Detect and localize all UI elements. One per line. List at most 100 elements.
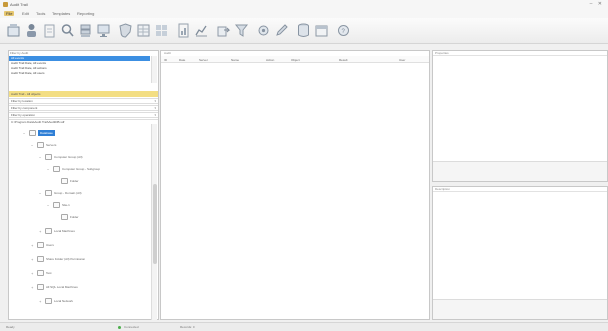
folder-icon <box>45 190 52 196</box>
list-scrollbar[interactable] <box>151 56 157 83</box>
server-icon[interactable] <box>78 22 93 39</box>
tree-node[interactable]: + Local Network <box>39 298 73 305</box>
selected-scope-bar[interactable]: Audit Trail - All objects <box>9 91 158 97</box>
settings-icon[interactable] <box>256 22 271 39</box>
calendar-icon[interactable] <box>314 22 329 39</box>
audit-grid[interactable] <box>161 63 429 319</box>
tree-node[interactable]: − Database <box>23 130 55 137</box>
tree-node-label[interactable]: Folder <box>70 215 79 219</box>
collapse-icon[interactable]: − <box>47 203 51 208</box>
table-icon[interactable] <box>136 22 151 39</box>
expand-icon[interactable]: + <box>31 257 35 262</box>
tree-scrollbar[interactable] <box>151 124 157 320</box>
tree-node-label[interactable]: Database <box>38 130 55 136</box>
tree-node[interactable]: − Servers <box>31 142 56 149</box>
search-icon[interactable] <box>60 22 75 39</box>
edit-icon[interactable] <box>274 22 289 39</box>
close-button[interactable]: ✕ <box>598 1 604 7</box>
list-item[interactable]: Audit Trail Date, All users <box>9 71 150 76</box>
filter-icon[interactable] <box>234 22 249 39</box>
network-icon <box>45 298 52 304</box>
minimize-button[interactable]: – <box>590 1 595 7</box>
monitor-icon[interactable] <box>96 22 111 39</box>
component-filter[interactable]: Filter by component ▾ <box>9 105 158 111</box>
scrollbar-thumb[interactable] <box>153 184 157 264</box>
collapse-icon[interactable]: − <box>23 131 27 136</box>
menu-file[interactable]: File <box>4 11 15 16</box>
collapse-icon[interactable]: − <box>39 191 43 196</box>
column-header[interactable]: Date <box>179 58 185 62</box>
tree-node-label[interactable]: Servers <box>46 143 56 147</box>
description-footer <box>433 299 607 319</box>
collapse-icon[interactable]: − <box>39 155 43 160</box>
menu-reporting[interactable]: Reporting <box>75 11 96 16</box>
tree-node[interactable]: + Users <box>31 242 54 249</box>
chevron-down-icon[interactable]: ▾ <box>154 106 156 111</box>
tree-node-label[interactable]: Users <box>46 243 54 247</box>
properties-header: Properties <box>433 51 607 56</box>
expand-icon[interactable]: + <box>31 243 35 248</box>
computer-icon <box>45 228 52 234</box>
tree-node-label[interactable]: Folder <box>70 179 79 183</box>
chart-icon[interactable] <box>194 22 209 39</box>
window-controls[interactable]: – ✕ <box>590 1 604 7</box>
tree-node[interactable]: + Share Folder (All) Permission <box>31 256 85 263</box>
grid-icon[interactable] <box>154 22 169 39</box>
folder-icon <box>61 178 68 184</box>
menu-tools[interactable]: Tools <box>34 11 47 16</box>
tree-node-label[interactable]: Computer Group (All) <box>54 155 83 159</box>
folder-icon[interactable] <box>6 22 21 39</box>
column-header[interactable]: ID <box>164 58 167 62</box>
tree-node[interactable]: Folder <box>59 214 79 221</box>
chevron-down-icon[interactable]: ▾ <box>154 99 156 104</box>
menu-templates[interactable]: Templates <box>50 11 72 16</box>
export-icon[interactable] <box>216 22 231 39</box>
title-bar: Audit Trail – ✕ <box>0 0 608 9</box>
chevron-down-icon[interactable]: ▾ <box>154 113 156 118</box>
tree-node-label[interactable]: Computer Group - Subgroup <box>62 167 100 171</box>
document-icon[interactable] <box>42 22 57 39</box>
connection-status: Connected <box>124 325 139 329</box>
column-header[interactable]: Result <box>339 58 348 62</box>
user-icon[interactable] <box>24 22 39 39</box>
operation-filter[interactable]: Filter by operation ▾ <box>9 112 158 118</box>
menu-edit[interactable]: Edit <box>20 11 31 16</box>
expand-icon[interactable]: + <box>39 299 43 304</box>
shield-icon[interactable] <box>118 22 133 39</box>
column-header[interactable]: User <box>399 58 405 62</box>
object-tree: − Database − Servers − Computer Group (All)… <box>9 124 150 320</box>
tree-node[interactable]: Folder <box>59 178 79 185</box>
expand-icon[interactable]: + <box>31 285 35 290</box>
tree-node[interactable]: + Test <box>31 270 52 277</box>
tree-node-label[interactable]: Local Network <box>54 299 73 303</box>
column-header[interactable]: Action <box>266 58 274 62</box>
tree-node-label[interactable]: Site-1 <box>62 203 70 207</box>
tree-node-label[interactable]: Test <box>46 271 52 275</box>
column-header[interactable]: Server <box>199 58 208 62</box>
tree-node[interactable]: + Local Machines <box>39 228 75 235</box>
window-title: Audit Trail <box>10 2 28 7</box>
app-icon <box>3 2 8 7</box>
location-filter-label: Filter by location <box>11 99 33 103</box>
collapse-icon[interactable]: − <box>31 143 35 148</box>
database-icon[interactable] <box>296 22 311 39</box>
column-header[interactable]: Object <box>291 58 300 62</box>
tree-node[interactable]: − Site-1 <box>47 202 70 209</box>
filter-list: All events Audit Trail Date, All events … <box>9 56 150 83</box>
collapse-icon[interactable]: − <box>47 167 51 172</box>
component-filter-label: Filter by component <box>11 106 38 110</box>
tree-node-label[interactable]: Local Machines <box>54 229 75 233</box>
tree-node[interactable]: − Group - Domain (All) <box>39 190 82 197</box>
tree-node-label[interactable]: Share Folder (All) Permission <box>46 257 85 261</box>
tree-node-label[interactable]: All SQL Local Machines <box>46 285 78 289</box>
tree-node[interactable]: + All SQL Local Machines <box>31 284 78 291</box>
report-icon[interactable] <box>176 22 191 39</box>
tree-node-label[interactable]: Group - Domain (All) <box>54 191 82 195</box>
tree-node[interactable]: − Computer Group (All) <box>39 154 83 161</box>
column-header[interactable]: Name <box>231 58 239 62</box>
expand-icon[interactable]: + <box>31 271 35 276</box>
help-icon[interactable]: ? <box>336 22 351 39</box>
location-filter[interactable]: Filter by location ▾ <box>9 98 158 104</box>
expand-icon[interactable]: + <box>39 229 43 234</box>
tree-node[interactable]: − Computer Group - Subgroup <box>47 166 100 173</box>
